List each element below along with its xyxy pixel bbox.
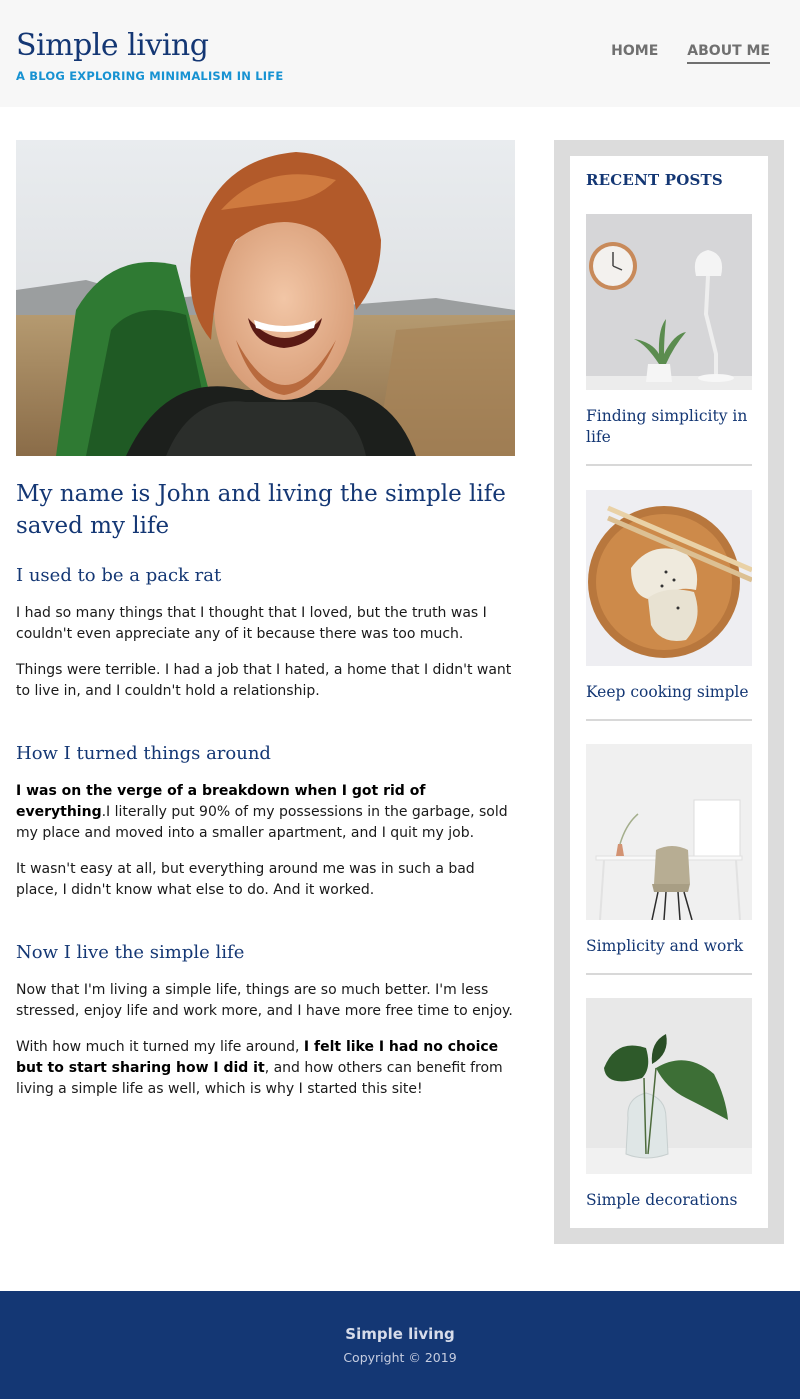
nav-about-link[interactable]: ABOUT ME xyxy=(687,43,770,64)
recent-post: Keep cooking simple xyxy=(586,490,752,721)
post-thumbnail-clock-lamp[interactable] xyxy=(586,214,752,390)
paragraph: Now that I'm living a simple life, thing… xyxy=(16,982,513,1019)
post-title-link[interactable]: Simplicity and work xyxy=(586,936,752,957)
recent-post: Simplicity and work xyxy=(586,744,752,975)
paragraph: It wasn't easy at all, but everything ar… xyxy=(16,861,475,898)
post-title-link[interactable]: Simple decorations xyxy=(586,1190,752,1211)
post-thumbnail-dumplings[interactable] xyxy=(586,490,752,666)
section-heading-simple-life: Now I live the simple life xyxy=(16,942,245,963)
post-thumbnail-desk-chair[interactable] xyxy=(586,744,752,920)
post-title-link[interactable]: Keep cooking simple xyxy=(586,682,752,703)
recent-post: Simple decorations xyxy=(586,998,752,1211)
recent-post: Finding simplicity in life xyxy=(586,214,752,466)
post-divider xyxy=(586,464,752,466)
paragraph: I had so many things that I thought that… xyxy=(16,605,487,642)
recent-posts-widget: RECENT POSTS Finding simplicity in life xyxy=(570,156,768,1228)
paragraph: I was on the verge of a breakdown when I… xyxy=(16,781,516,844)
paragraph-text: With how much it turned my life around, xyxy=(16,1039,304,1055)
widget-title: RECENT POSTS xyxy=(586,171,723,189)
post-thumbnail-plant-vase[interactable] xyxy=(586,998,752,1174)
site-logo[interactable]: Simple living xyxy=(16,28,209,63)
article: My name is John and living the simple li… xyxy=(16,140,516,1100)
sidebar: RECENT POSTS Finding simplicity in life xyxy=(554,140,784,1244)
site-footer: Simple living Copyright © 2019 xyxy=(0,1291,800,1399)
section-heading-pack-rat: I used to be a pack rat xyxy=(16,565,222,586)
article-title: My name is John and living the simple li… xyxy=(16,481,506,539)
post-divider xyxy=(586,973,752,975)
post-divider xyxy=(586,719,752,721)
post-title-link[interactable]: Finding simplicity in life xyxy=(586,406,752,448)
section-heading-turned-around: How I turned things around xyxy=(16,743,271,764)
paragraph: With how much it turned my life around, … xyxy=(16,1037,516,1100)
site-header: Simple living A BLOG EXPLORING MINIMALIS… xyxy=(0,0,800,107)
site-tagline: A BLOG EXPLORING MINIMALISM IN LIFE xyxy=(16,69,284,83)
footer-copyright: Copyright © 2019 xyxy=(343,1350,457,1365)
paragraph: Things were terrible. I had a job that I… xyxy=(16,662,512,699)
hero-photo-smiling-man xyxy=(16,140,515,456)
main-nav: HOME ABOUT ME xyxy=(611,43,770,64)
nav-home-link[interactable]: HOME xyxy=(611,43,658,64)
footer-site-name: Simple living xyxy=(345,1325,455,1343)
